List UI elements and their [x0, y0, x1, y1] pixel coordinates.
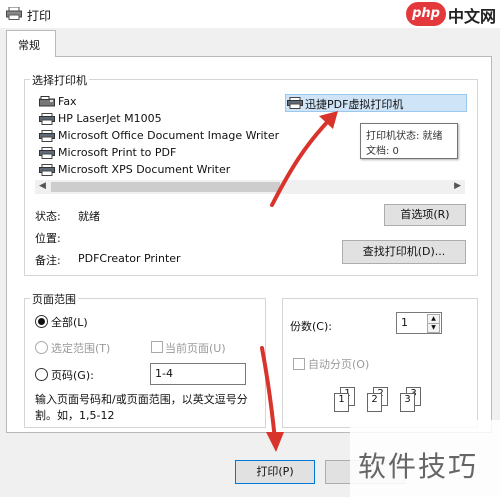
- page-range-group-title: 页面范围: [30, 291, 78, 307]
- printer-item-label: Microsoft XPS Document Writer: [58, 163, 231, 176]
- scroll-right-icon[interactable]: ▶: [454, 181, 461, 191]
- copies-down-icon[interactable]: ▼: [427, 323, 440, 333]
- printer-icon: [39, 147, 55, 159]
- printer-item-selected-label: 迅捷PDF虚拟打印机: [305, 98, 404, 111]
- current-page-checkbox[interactable]: [151, 341, 163, 353]
- printer-item-label: Microsoft Print to PDF: [58, 146, 177, 159]
- printer-icon: [39, 130, 55, 142]
- printer-status-tooltip: 打印机状态: 就绪 文档: 0: [360, 123, 458, 159]
- watermark: 软件技巧: [350, 420, 500, 497]
- comment-label: 备注:: [35, 254, 61, 267]
- selection-radio[interactable]: [35, 341, 48, 354]
- printer-icon: [6, 7, 22, 20]
- tab-general-label: 常规: [18, 39, 40, 52]
- collate-illustration: 1 1 2 2 3 3: [334, 383, 435, 415]
- pages-input[interactable]: 1-4: [150, 363, 246, 385]
- find-printer-button[interactable]: 查找打印机(D)...: [342, 240, 466, 264]
- printer-icon: [39, 113, 55, 125]
- brand-php: php: [406, 2, 446, 26]
- fax-icon: [39, 96, 55, 107]
- pages-label[interactable]: 页码(G):: [51, 367, 94, 383]
- tooltip-status: 打印机状态: 就绪: [366, 131, 443, 142]
- tooltip-docs: 文档: 0: [366, 146, 399, 157]
- scrollbar-thumb[interactable]: [51, 182, 280, 192]
- window-title: 打印: [27, 9, 52, 23]
- printer-icon: [39, 164, 55, 176]
- printer-item-selected[interactable]: 迅捷PDF虚拟打印机: [285, 94, 467, 112]
- status-value: 就绪: [78, 210, 100, 223]
- preferences-button[interactable]: 首选项(R): [384, 204, 466, 226]
- collate-page: 3: [400, 393, 415, 412]
- selection-label[interactable]: 选定范围(T): [51, 340, 110, 356]
- printer-list-scrollbar[interactable]: ◀ ▶: [35, 180, 465, 194]
- brand-site-name: 中文网: [448, 7, 497, 26]
- copies-input-value: 1: [401, 316, 408, 329]
- all-pages-radio[interactable]: [35, 315, 48, 328]
- select-printer-group-title: 选择打印机: [30, 72, 89, 88]
- printer-item-label: HP LaserJet M1005: [58, 112, 162, 125]
- copies-input[interactable]: 1 ▲ ▼: [396, 312, 442, 334]
- collate-checkbox[interactable]: [293, 358, 305, 370]
- print-button[interactable]: 打印(P): [235, 460, 315, 484]
- brand-logo: php 中文网: [406, 2, 498, 26]
- pages-input-value: 1-4: [155, 367, 173, 380]
- all-pages-label[interactable]: 全部(L): [51, 314, 88, 330]
- pages-radio[interactable]: [35, 368, 48, 381]
- printer-item-label: Fax: [58, 95, 77, 108]
- comment-value: PDFCreator Printer: [78, 252, 181, 265]
- printer-icon: [287, 97, 303, 109]
- collate-page: 2: [367, 393, 382, 412]
- scroll-left-icon[interactable]: ◀: [39, 181, 46, 191]
- current-page-label[interactable]: 当前页面(U): [165, 340, 226, 356]
- copies-label: 份数(C):: [290, 320, 332, 333]
- printer-item-label: Microsoft Office Document Image Writer: [58, 129, 280, 142]
- status-label: 状态:: [35, 210, 61, 223]
- page-range-hint: 输入页面号码和/或页面范围，以英文逗号分割。如，1,5-12: [35, 393, 248, 422]
- watermark-text: 软件技巧: [358, 450, 479, 483]
- tab-general[interactable]: 常规: [6, 30, 56, 57]
- collate-page: 1: [334, 393, 349, 412]
- collate-label[interactable]: 自动分页(O): [308, 356, 369, 372]
- location-label: 位置:: [35, 232, 61, 245]
- annotation-arrowhead-print: [266, 432, 284, 452]
